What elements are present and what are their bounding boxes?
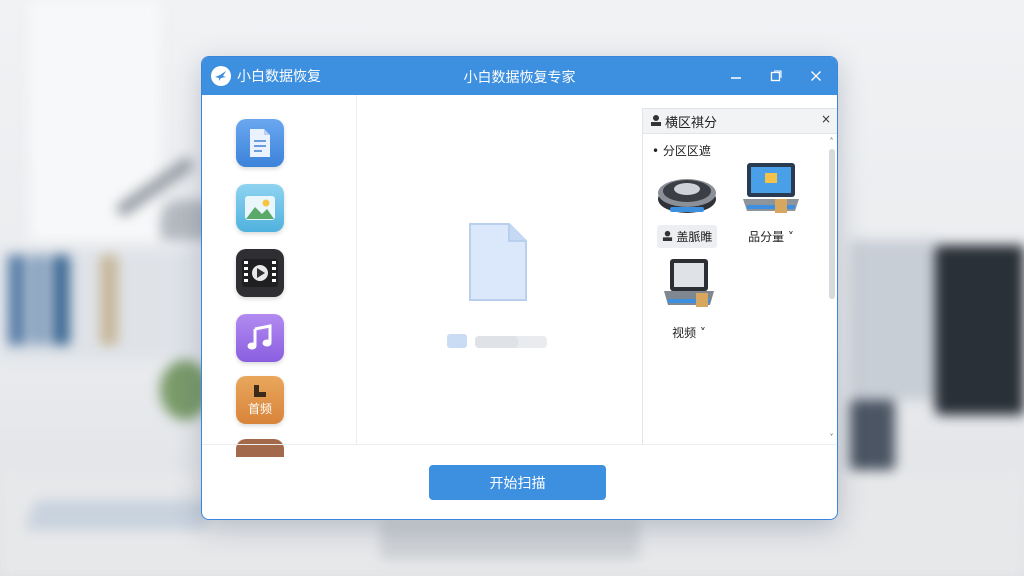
laptop-drive-icon	[743, 163, 799, 213]
external-drive-icon	[664, 259, 714, 307]
preview-area	[357, 95, 641, 445]
minimize-button[interactable]	[723, 63, 749, 89]
scan-progress-fill	[475, 336, 519, 348]
maximize-button[interactable]	[763, 63, 789, 89]
partition-panel-header: 横区祺分 ×	[643, 109, 837, 134]
drive-item-disk[interactable]: 盖脈睢	[651, 167, 723, 248]
scrollbar-thumb[interactable]	[829, 149, 835, 299]
category-sidebar: 首频	[202, 95, 357, 457]
user-icon	[650, 114, 662, 129]
minimize-icon	[731, 77, 741, 79]
disk-icon	[658, 179, 716, 213]
title-bar: 小白数据恢复 小白数据恢复专家	[202, 57, 837, 95]
panel-close-button[interactable]: ×	[821, 112, 831, 126]
start-scan-button[interactable]: 开始扫描	[429, 465, 606, 500]
video-icon	[242, 259, 278, 287]
document-icon	[250, 129, 270, 157]
scan-progress-bar	[475, 336, 547, 348]
music-icon	[247, 324, 272, 350]
footer: 开始扫描	[202, 444, 837, 519]
user-icon	[662, 230, 672, 241]
scroll-up-arrow-icon[interactable]: ˄	[827, 137, 836, 146]
folder-icon	[447, 334, 467, 348]
category-document[interactable]	[236, 119, 284, 167]
category-music[interactable]	[236, 314, 284, 362]
partition-panel: 横区祺分 × • 分区区遮 盖脈睢 品分量 ˅ 视频 ˅ ˄ ˅	[642, 108, 837, 445]
other-icon	[254, 384, 266, 397]
close-button[interactable]	[803, 63, 829, 89]
app-window: 小白数据恢复 小白数据恢复专家 首频 横区祺分 × • 分区区遮 盖脈睢 品分量…	[201, 56, 838, 520]
partition-subtitle: • 分区区遮	[652, 144, 711, 158]
drive-caption-disk: 盖脈睢	[656, 225, 718, 248]
drive-caption-external: 视频 ˅	[672, 326, 706, 340]
maximize-icon	[770, 70, 782, 82]
partition-panel-title: 横区祺分	[665, 115, 718, 131]
bird-logo-icon	[211, 66, 231, 86]
category-image[interactable]	[236, 184, 284, 232]
drive-caption-laptop: 品分量 ˅	[748, 230, 794, 244]
app-name: 小白数据恢复	[237, 69, 321, 85]
scroll-down-arrow-icon[interactable]: ˅	[827, 433, 836, 442]
close-icon	[811, 71, 821, 81]
panel-scrollbar[interactable]: ˄ ˅	[827, 137, 836, 444]
drive-item-external[interactable]: 视频 ˅	[653, 257, 725, 344]
category-other-label: 首频	[247, 401, 272, 416]
category-other[interactable]: 首频	[236, 376, 284, 424]
category-video[interactable]	[236, 249, 284, 297]
drive-item-laptop[interactable]: 品分量 ˅	[735, 161, 807, 248]
image-icon	[245, 196, 275, 220]
file-placeholder-icon	[469, 223, 527, 301]
